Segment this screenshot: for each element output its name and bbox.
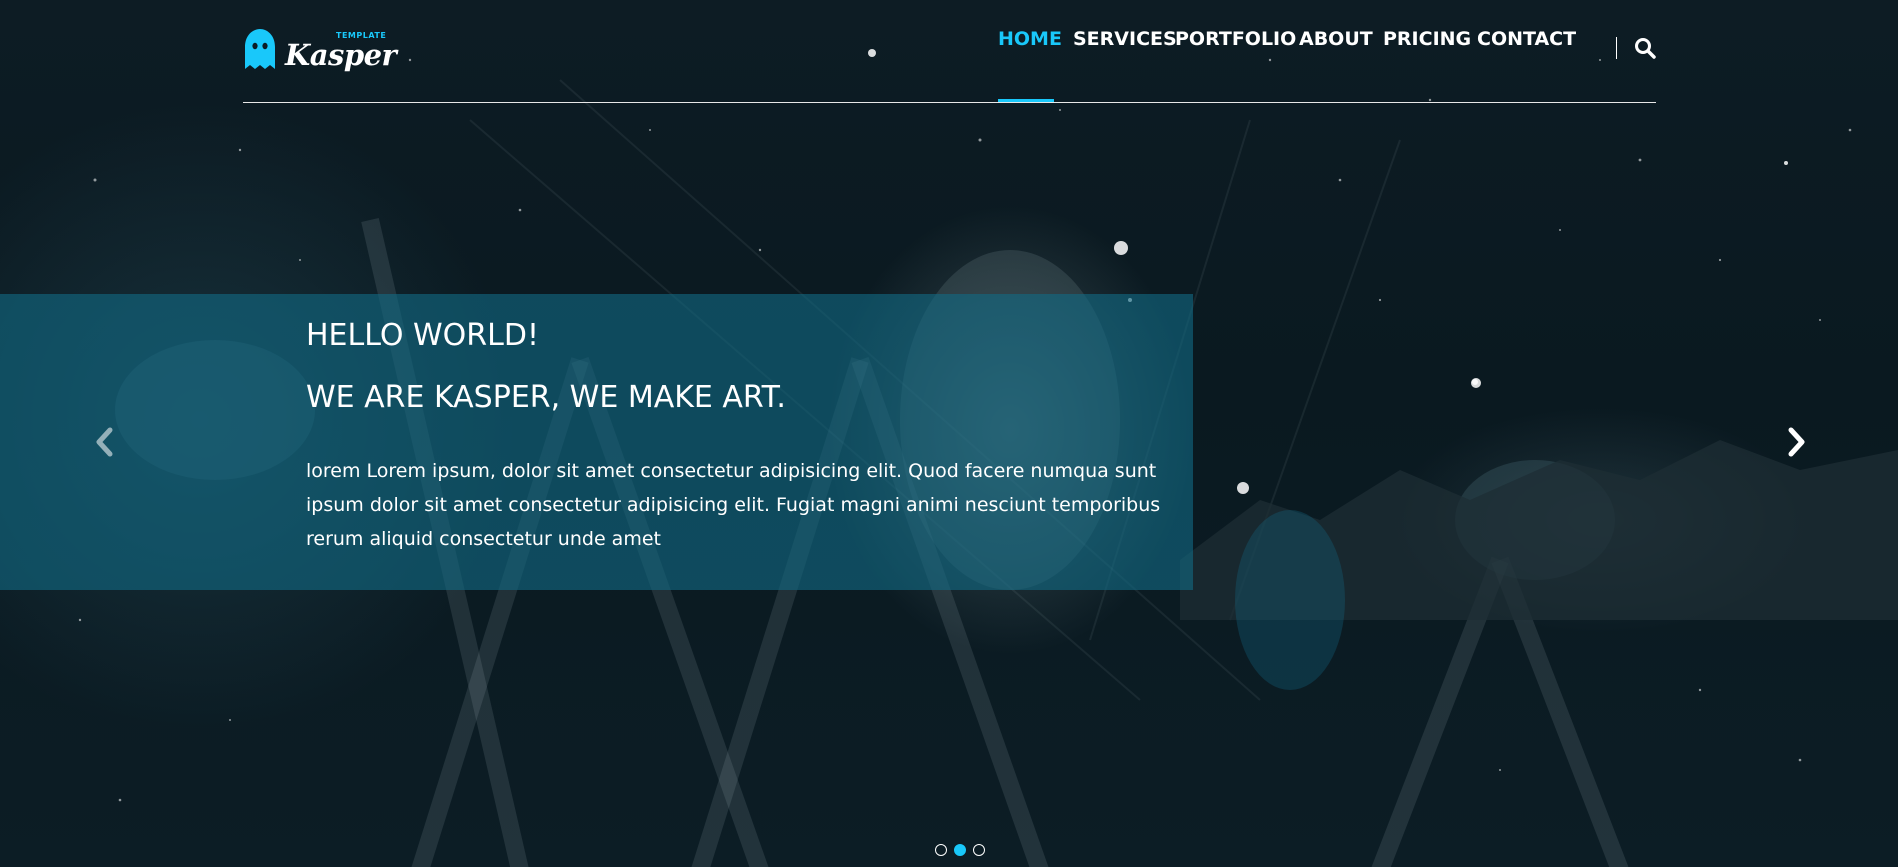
brand-logo[interactable]: Kasper TEMPLATE bbox=[243, 29, 397, 79]
nav-about[interactable]: ABOUT bbox=[1299, 28, 1373, 50]
slider-bullet-2[interactable] bbox=[954, 844, 966, 856]
slider-next-button[interactable] bbox=[1784, 425, 1810, 459]
brand-tag: TEMPLATE bbox=[336, 31, 387, 40]
nav-services[interactable]: SERVICES bbox=[1073, 28, 1177, 50]
nav-pricing[interactable]: PRICING bbox=[1383, 28, 1471, 50]
site-header: Kasper TEMPLATE HOME SERVICES PORTFOLIO … bbox=[0, 0, 1898, 110]
slider-bullet-3[interactable] bbox=[973, 844, 985, 856]
nav-home[interactable]: HOME bbox=[998, 28, 1062, 50]
search-icon bbox=[1635, 38, 1656, 59]
nav-portfolio[interactable]: PORTFOLIO bbox=[1175, 28, 1296, 50]
search-button[interactable] bbox=[1634, 37, 1656, 59]
slide-description: lorem Lorem ipsum, dolor sit amet consec… bbox=[306, 460, 1161, 550]
slide-subtitle: WE ARE KASPER, WE MAKE ART. bbox=[306, 380, 786, 415]
header-divider bbox=[243, 102, 1656, 103]
slider-bullet-1[interactable] bbox=[935, 844, 947, 856]
nav-divider bbox=[1616, 37, 1617, 59]
slide-title: HELLO WORLD! bbox=[306, 318, 539, 353]
slider-prev-button[interactable] bbox=[91, 425, 117, 459]
slider-pagination bbox=[935, 844, 995, 858]
ghost-icon bbox=[245, 29, 275, 69]
chevron-left-icon bbox=[96, 427, 113, 457]
chevron-right-icon bbox=[1788, 427, 1805, 457]
brand-name: Kasper bbox=[285, 38, 397, 72]
nav-contact[interactable]: CONTACT bbox=[1477, 28, 1576, 50]
